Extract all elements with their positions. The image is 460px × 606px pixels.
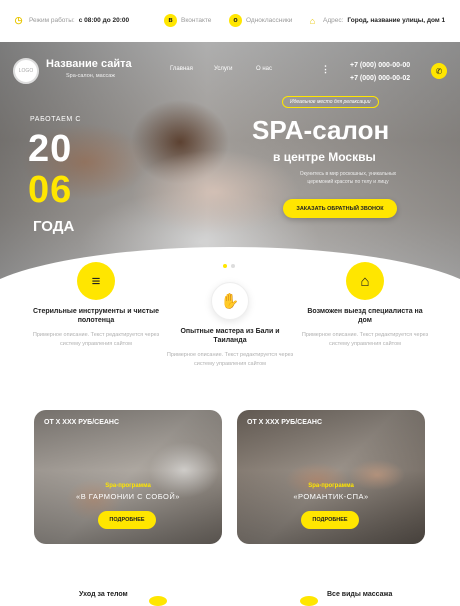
clock-icon: ◷	[14, 15, 23, 25]
towel-icon: ≡	[77, 262, 115, 300]
feature-masters: ✋ Опытные мастера из Бали и Таиланда При…	[166, 282, 294, 369]
program-name: «РОМАНТИК-СПА»	[293, 492, 369, 501]
map-pin-icon: ⌂	[309, 15, 316, 26]
program-details-button[interactable]: ПОДРОБНЕЕ	[98, 511, 156, 529]
program-name: «В ГАРМОНИИ С СОБОЙ»	[76, 492, 180, 501]
feature-text: Примерное описание. Текст редактируется …	[301, 332, 429, 347]
site-name[interactable]: Название сайта	[46, 58, 132, 70]
logo[interactable]: LOGO	[13, 58, 39, 84]
program-price: ОТ Х ХХХ РУБ/СЕАНС	[247, 419, 323, 426]
feature-text: Примерное описание. Текст редактируется …	[32, 332, 160, 347]
year-top: 20	[28, 128, 73, 170]
program-card[interactable]: ОТ Х ХХХ РУБ/СЕАНС Spa-программа «В ГАРМ…	[34, 410, 222, 544]
hours-label: Режим работы:	[29, 17, 75, 24]
nav-about[interactable]: О нас	[256, 66, 272, 72]
working-hours: ◷ Режим работы: с 08:00 до 20:00	[12, 14, 130, 27]
year-suffix: ГОДА	[33, 218, 75, 235]
slider-dot[interactable]	[223, 264, 227, 268]
year-bottom: 06	[28, 169, 73, 211]
vk-link[interactable]: в Вконтакте	[164, 14, 211, 27]
since-label: РАБОТАЕМ С	[30, 116, 82, 123]
slider-dots	[223, 264, 235, 268]
nav-home[interactable]: Главная	[170, 66, 193, 72]
program-kind: Spa-программа	[308, 483, 354, 489]
top-bar: ◷ Режим работы: с 08:00 до 20:00 в Вконт…	[0, 0, 460, 42]
site-subtitle: Spa-салон, массаж	[66, 73, 115, 79]
feature-title: Опытные мастера из Бали и Таиланда	[180, 328, 280, 344]
feature-title: Возможен выезд специалиста на дом	[307, 308, 423, 324]
home-icon: ⌂	[346, 262, 384, 300]
feature-sterile: ≡ Стерильные инструменты и чистые полоте…	[30, 262, 162, 349]
program-kind: Spa-программа	[105, 483, 151, 489]
ok-label: Одноклассники	[246, 17, 293, 24]
callback-button[interactable]: ЗАКАЗАТЬ ОБРАТНЫЙ ЗВОНОК	[283, 199, 397, 218]
phones: +7 (000) 000-00-00 +7 (000) 000-00-02	[350, 59, 410, 85]
vk-icon: в	[164, 14, 177, 27]
slider-dot[interactable]	[231, 264, 235, 268]
service-icon	[149, 596, 167, 606]
program-card[interactable]: ОТ Х ХХХ РУБ/СЕАНС Spa-программа «РОМАНТ…	[237, 410, 425, 544]
service-icon	[300, 596, 318, 606]
program-price: ОТ Х ХХХ РУБ/СЕАНС	[44, 419, 120, 426]
hours-value: с 08:00 до 20:00	[78, 17, 130, 24]
more-menu-icon[interactable]: ⋮	[321, 64, 330, 75]
program-details-button[interactable]: ПОДРОБНЕЕ	[301, 511, 359, 529]
hero-tagline: Идеальное место для релаксации	[282, 96, 379, 108]
feature-text: Примерное описание. Текст редактируется …	[166, 352, 294, 367]
phone-icon[interactable]: ✆	[431, 63, 447, 79]
ok-icon: о	[229, 14, 242, 27]
address: ⌂ Адрес: Город, название улицы, дом 1	[306, 14, 445, 27]
ok-link[interactable]: о Одноклассники	[229, 14, 292, 27]
nav-services[interactable]: Услуги	[214, 66, 232, 72]
hero-subtitle: в центре Москвы	[273, 150, 376, 164]
phone-1[interactable]: +7 (000) 000-00-00	[350, 59, 410, 72]
address-label: Адрес:	[323, 17, 344, 24]
phone-2[interactable]: +7 (000) 000-00-02	[350, 72, 410, 85]
address-value: Город, название улицы, дом 1	[347, 17, 446, 24]
hero-title: SPA-салон	[252, 115, 390, 145]
service-title-body-care[interactable]: Уход за телом	[79, 591, 128, 598]
service-title-massage[interactable]: Все виды массажа	[327, 591, 392, 598]
hero-description: Окунитесь в мир роскошных, уникальных це…	[299, 171, 397, 185]
massage-icon: ✋	[211, 282, 249, 320]
vk-label: Вконтакте	[181, 17, 212, 24]
feature-home-visit: ⌂ Возможен выезд специалиста на дом Прим…	[300, 262, 430, 349]
feature-title: Стерильные инструменты и чистые полотенц…	[32, 308, 160, 324]
